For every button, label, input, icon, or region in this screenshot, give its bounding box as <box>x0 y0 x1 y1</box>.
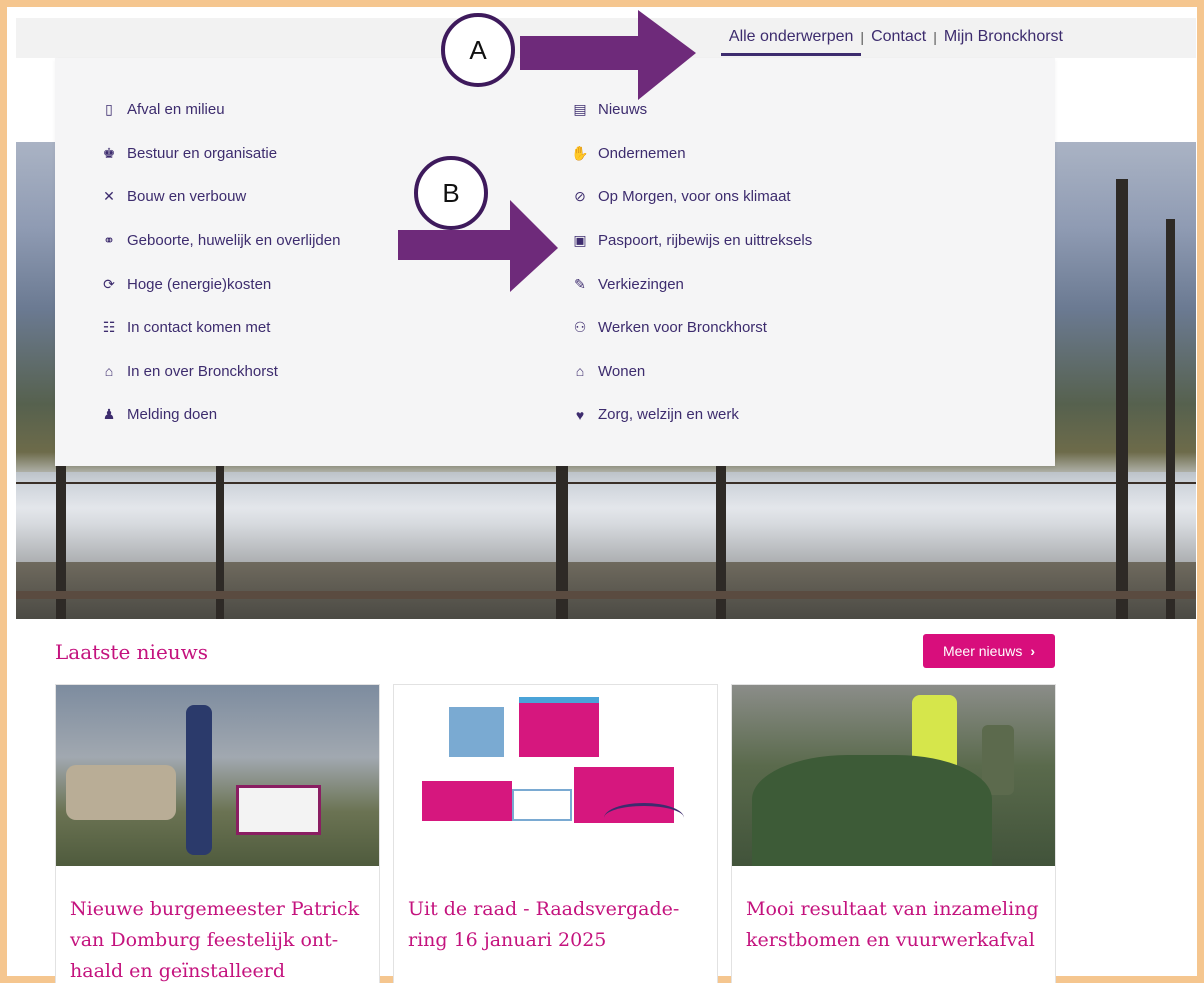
menu-item-klimaat[interactable]: ⊘ Op Morgen, voor ons klimaat <box>570 175 812 219</box>
contact-icon: ☷ <box>102 319 116 336</box>
news-card-title: Mooi resultaat van inzame­ling kerstbome… <box>746 898 1039 951</box>
menu-item-paspoort[interactable]: ▣ Paspoort, rijbewijs en uittreksels <box>570 219 812 263</box>
menu-item-bronckhorst[interactable]: ⌂ In en over Bronckhorst <box>99 350 340 394</box>
tools-icon: ✕ <box>103 188 115 205</box>
rings-icon: ⚭ <box>103 232 115 249</box>
menu-item-werken[interactable]: ⚇ Werken voor Bronckhorst <box>570 306 812 350</box>
menu-column-left: ▯ Afval en milieu ♚ Bestuur en organisatie… <box>99 88 341 437</box>
nav-mijn-bronckhorst[interactable]: Mijn Bronckhorst <box>944 28 1063 46</box>
handshake-icon: ✋ <box>571 144 589 161</box>
people-icon: ♚ <box>102 144 116 161</box>
news-card[interactable]: Mooi resultaat van inzame­ling kerstbome… <box>731 684 1056 983</box>
energy-icon: ⟳ <box>103 275 115 292</box>
work-icon: ⚇ <box>573 319 587 336</box>
menu-item-verkiezingen[interactable]: ✎ Verkiezingen <box>570 262 812 306</box>
nav-separator: | <box>933 29 937 45</box>
pencil-icon: ✎ <box>574 275 586 292</box>
news-card-image <box>56 685 379 866</box>
nav-separator: | <box>860 29 865 45</box>
menu-item-melding[interactable]: ♟ Melding doen <box>99 393 340 437</box>
house-icon: ⌂ <box>575 363 585 380</box>
menu-item-afval[interactable]: ▯ Afval en milieu <box>99 88 340 132</box>
annotation-badge-a: A <box>441 13 515 87</box>
menu-item-wonen[interactable]: ⌂ Wonen <box>570 350 812 394</box>
top-nav: Alle onderwerpen | Contact | Mijn Bronck… <box>720 28 1063 56</box>
menu-item-bouw[interactable]: ✕ Bouw en verbouw <box>99 175 340 219</box>
meer-nieuws-button[interactable]: Meer nieuws › <box>923 634 1055 668</box>
news-card[interactable]: Nieuwe burgemeester Patrick van Domburg … <box>55 684 380 983</box>
menu-item-contact[interactable]: ☷ In contact komen met <box>99 306 340 350</box>
news-card-image <box>394 685 717 866</box>
news-heading: Laatste nieuws <box>55 640 209 664</box>
menu-item-geboorte[interactable]: ⚭ Geboorte, huwelijk en overlijden <box>99 219 340 263</box>
news-card-title: Uit de raad - Raadsvergade­ring 16 janua… <box>408 898 680 951</box>
chevron-right-icon: › <box>1030 643 1036 659</box>
nav-contact[interactable]: Contact <box>871 28 926 46</box>
trash-icon: ▯ <box>105 101 113 118</box>
menu-item-zorg[interactable]: ♥ Zorg, welzijn en werk <box>570 393 812 437</box>
annotation-arrow-a <box>520 10 696 100</box>
annotation-arrow-b <box>398 200 558 292</box>
menu-item-energiekosten[interactable]: ⟳ Hoge (energie)kosten <box>99 262 340 306</box>
passport-icon: ▣ <box>573 232 587 249</box>
care-icon: ♥ <box>575 406 585 423</box>
menu-item-bestuur[interactable]: ♚ Bestuur en organisatie <box>99 132 340 176</box>
news-card-image <box>732 685 1055 866</box>
news-card[interactable]: Uit de raad - Raadsvergade­ring 16 janua… <box>393 684 718 983</box>
report-icon: ♟ <box>102 406 116 423</box>
map-icon: ⌂ <box>104 363 114 380</box>
menu-item-ondernemen[interactable]: ✋ Ondernemen <box>570 132 812 176</box>
news-card-title: Nieuwe burgemeester Patrick van Domburg … <box>70 898 360 982</box>
menu-column-right: ▤ Nieuws ✋ Ondernemen ⊘ Op Morgen, voor ons… <box>570 88 812 437</box>
leaf-icon: ⊘ <box>574 188 586 205</box>
nav-alle-onderwerpen[interactable]: Alle onderwerpen <box>720 28 861 56</box>
